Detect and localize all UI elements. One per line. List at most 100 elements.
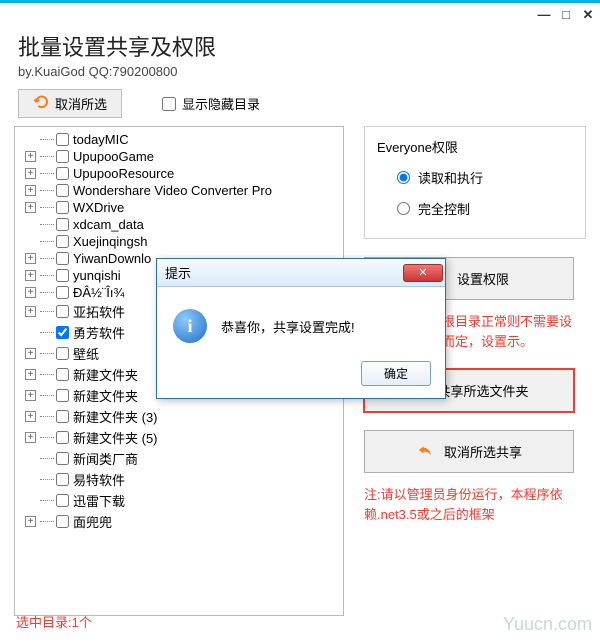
radio-read-exec[interactable]: 读取和执行 xyxy=(397,168,573,187)
tree-label: todayMIC xyxy=(73,132,129,147)
minimize-button[interactable]: — xyxy=(538,9,550,21)
tree-label: Wondershare Video Converter Pro xyxy=(73,183,272,198)
expand-toggle[interactable]: + xyxy=(25,411,36,422)
tree-item[interactable]: 易特软件 xyxy=(25,469,341,490)
tree-checkbox[interactable] xyxy=(56,286,69,299)
tree-item[interactable]: xdcam_data xyxy=(25,216,341,233)
show-hidden-label: 显示隐藏目录 xyxy=(182,94,260,113)
tree-label: 壁纸 xyxy=(73,344,99,363)
unshare-button[interactable]: 取消所选共享 xyxy=(364,430,574,473)
dialog-close-button[interactable]: ✕ xyxy=(403,264,443,282)
tree-label: xdcam_data xyxy=(73,217,144,232)
tree-checkbox[interactable] xyxy=(56,201,69,214)
tree-item[interactable]: +新建文件夹 (3) xyxy=(25,406,341,427)
app-subtitle: by.KuaiGod QQ:790200800 xyxy=(18,64,582,79)
toolbar: 取消所选 显示隐藏目录 xyxy=(0,81,600,126)
expand-toggle[interactable]: + xyxy=(25,516,36,527)
tree-label: 易特软件 xyxy=(73,470,125,489)
tree-checkbox[interactable] xyxy=(56,410,69,423)
tree-label: 新建文件夹 xyxy=(73,386,138,405)
expand-toggle xyxy=(25,327,36,338)
close-button[interactable]: ✕ xyxy=(582,9,594,21)
dialog-message: 恭喜你，共享设置完成! xyxy=(221,317,355,336)
tree-label: 迅雷下载 xyxy=(73,491,125,510)
tree-item[interactable]: 迅雷下载 xyxy=(25,490,341,511)
tree-checkbox[interactable] xyxy=(56,184,69,197)
tree-checkbox[interactable] xyxy=(56,368,69,381)
expand-toggle[interactable]: + xyxy=(25,287,36,298)
expand-toggle xyxy=(25,134,36,145)
maximize-button[interactable]: □ xyxy=(560,9,572,21)
expand-toggle[interactable]: + xyxy=(25,270,36,281)
app-title: 批量设置共享及权限 xyxy=(18,30,582,62)
expand-toggle xyxy=(25,474,36,485)
tree-checkbox[interactable] xyxy=(56,269,69,282)
tree-checkbox[interactable] xyxy=(56,218,69,231)
permission-group: Everyone权限 读取和执行 完全控制 xyxy=(364,126,586,239)
tree-label: ÐÂ½¨Îı¾ xyxy=(73,285,124,300)
tree-checkbox[interactable] xyxy=(56,305,69,318)
tree-label: yunqishi xyxy=(73,268,121,283)
tree-label: UpupooGame xyxy=(73,149,154,164)
expand-toggle[interactable]: + xyxy=(25,202,36,213)
window-controls: — □ ✕ xyxy=(0,0,600,26)
tree-checkbox[interactable] xyxy=(56,326,69,339)
expand-toggle xyxy=(25,495,36,506)
expand-toggle xyxy=(25,236,36,247)
undo-icon xyxy=(33,94,49,113)
expand-toggle[interactable]: + xyxy=(25,369,36,380)
status-text: 选中目录:1个 xyxy=(16,612,92,631)
tree-item[interactable]: +新建文件夹 (5) xyxy=(25,427,341,448)
tree-checkbox[interactable] xyxy=(56,167,69,180)
tree-checkbox[interactable] xyxy=(56,431,69,444)
tree-label: 面兜兜 xyxy=(73,512,112,531)
radio-read-exec-label: 读取和执行 xyxy=(418,168,483,187)
dialog-titlebar: 提示 ✕ xyxy=(157,259,445,287)
radio-read-exec-input[interactable] xyxy=(397,171,410,184)
radio-full-control[interactable]: 完全控制 xyxy=(397,199,573,218)
expand-toggle[interactable]: + xyxy=(25,348,36,359)
tree-checkbox[interactable] xyxy=(56,452,69,465)
tree-label: 新建文件夹 xyxy=(73,365,138,384)
tree-label: 亚拓软件 xyxy=(73,302,125,321)
tree-item[interactable]: + UpupooGame xyxy=(25,148,341,165)
tree-item[interactable]: Xuejinqingsh xyxy=(25,233,341,250)
tree-item[interactable]: 新闻类厂商 xyxy=(25,448,341,469)
tree-checkbox[interactable] xyxy=(56,494,69,507)
tree-checkbox[interactable] xyxy=(56,389,69,402)
expand-toggle[interactable]: + xyxy=(25,253,36,264)
tree-label: Xuejinqingsh xyxy=(73,234,147,249)
tree-checkbox[interactable] xyxy=(56,473,69,486)
tree-checkbox[interactable] xyxy=(56,133,69,146)
permission-title: Everyone权限 xyxy=(377,137,573,156)
tree-label: 勇芳软件 xyxy=(73,323,125,342)
dialog-ok-button[interactable]: 确定 xyxy=(361,361,431,386)
tree-checkbox[interactable] xyxy=(56,515,69,528)
expand-toggle xyxy=(25,453,36,464)
tree-checkbox[interactable] xyxy=(56,252,69,265)
tree-item[interactable]: + Wondershare Video Converter Pro xyxy=(25,182,341,199)
tree-checkbox[interactable] xyxy=(56,235,69,248)
show-hidden-input[interactable] xyxy=(162,97,176,111)
expand-toggle[interactable]: + xyxy=(25,390,36,401)
tree-item[interactable]: todayMIC xyxy=(25,131,341,148)
header: 批量设置共享及权限 by.KuaiGod QQ:790200800 xyxy=(0,26,600,81)
expand-toggle[interactable]: + xyxy=(25,432,36,443)
tree-item[interactable]: + UpupooResource xyxy=(25,165,341,182)
radio-full-control-input[interactable] xyxy=(397,202,410,215)
tree-checkbox[interactable] xyxy=(56,347,69,360)
show-hidden-checkbox[interactable]: 显示隐藏目录 xyxy=(162,94,260,113)
deselect-button[interactable]: 取消所选 xyxy=(18,89,122,118)
set-permission-label: 设置权限 xyxy=(457,269,509,288)
tree-item[interactable]: + 面兜兜 xyxy=(25,511,341,532)
expand-toggle[interactable]: + xyxy=(25,185,36,196)
tree-checkbox[interactable] xyxy=(56,150,69,163)
footer-note: 注:请以管理员身份运行，本程序依赖.net3.5或之后的框架 xyxy=(364,485,586,524)
expand-toggle[interactable]: + xyxy=(25,151,36,162)
expand-toggle[interactable]: + xyxy=(25,168,36,179)
deselect-label: 取消所选 xyxy=(55,94,107,113)
tree-item[interactable]: +WXDrive xyxy=(25,199,341,216)
tree-label: 新闻类厂商 xyxy=(73,449,138,468)
expand-toggle[interactable]: + xyxy=(25,306,36,317)
tree-label: UpupooResource xyxy=(73,166,174,181)
